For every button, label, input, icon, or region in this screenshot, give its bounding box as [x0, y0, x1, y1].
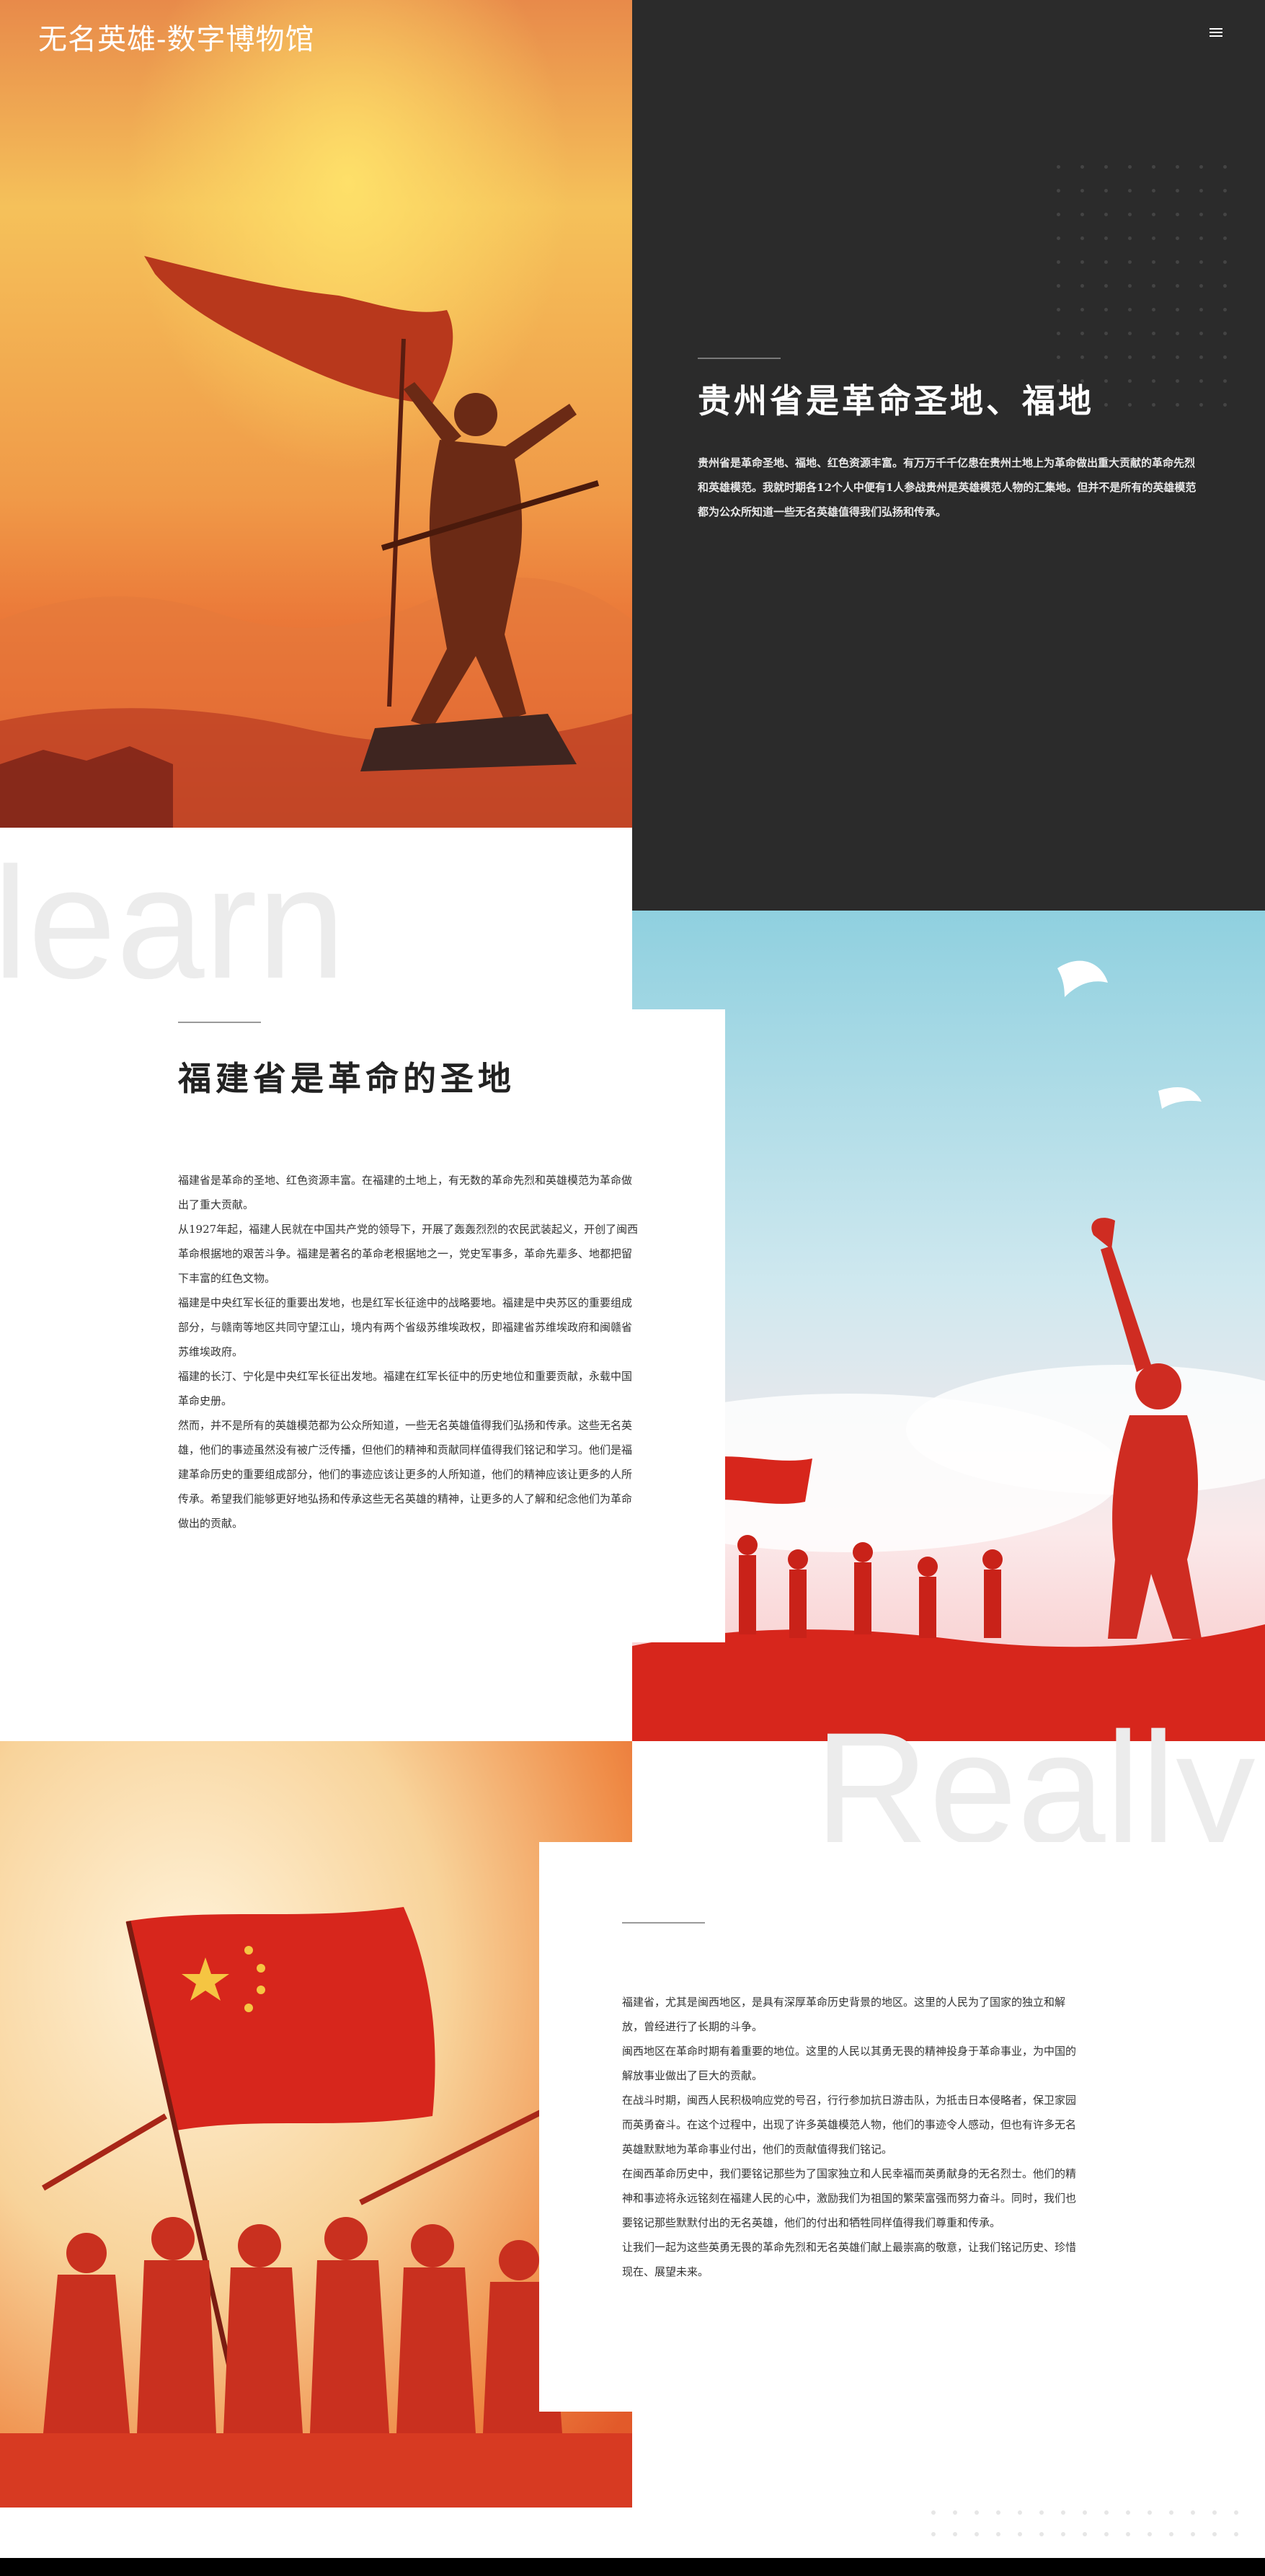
- dot-pattern: [923, 2502, 1247, 2545]
- section3-paragraph: 闽西地区在革命时期有着重要的地位。这里的人民以其勇无畏的精神投身于革命事业，为中…: [622, 2045, 1077, 2082]
- section2-paragraph: 福建省是革命的圣地、红色资源丰富。在福建的土地上，有无数的革命先烈和英雄模范为革…: [178, 1174, 633, 1211]
- section3-paragraph: 福建省，尤其是闽西地区，是具有深厚革命历史背景的地区。这里的人民为了国家的独立和…: [622, 1996, 1066, 2033]
- divider-line: [622, 1922, 705, 1924]
- section2-paragraph: 从1927年起，福建人民就在中国共产党的领导下，开展了轰轰烈烈的农民武装起义，开…: [178, 1223, 639, 1285]
- section3-paragraph: 在闽西革命历史中，我们要铭记那些为了国家独立和人民幸福而英勇献身的无名烈士。他们…: [622, 2167, 1077, 2229]
- divider-line: [178, 1022, 261, 1023]
- section2-body: 福建省是革命的圣地、红色资源丰富。在福建的土地上，有无数的革命先烈和英雄模范为革…: [178, 1168, 639, 1536]
- section3-paragraph: 让我们一起为这些英勇无畏的革命先烈和无名英雄们献上最崇高的敬意，让我们铭记历史、…: [622, 2241, 1077, 2278]
- section2-paragraph: 福建的长汀、宁化是中央红军长征出发地。福建在红军长征中的历史地位和重要贡献，永载…: [178, 1370, 633, 1407]
- flag-raising-image: [0, 1741, 632, 2508]
- bottom-bar: [0, 2558, 1265, 2576]
- hamburger-menu-icon[interactable]: [1205, 22, 1227, 43]
- site-title[interactable]: 无名英雄-数字博物馆: [38, 16, 315, 58]
- hero-image-soldier-with-flag: [0, 0, 632, 828]
- section3-paragraph: 在战斗时期，闽西人民积极响应党的号召，行行参加抗日游击队，为抵击日本侵略者，保卫…: [622, 2094, 1077, 2156]
- section2-heading: 福建省是革命的圣地: [178, 1059, 515, 1098]
- trumpeter-image: [632, 911, 1265, 1741]
- section3-body: 福建省，尤其是闽西地区，是具有深厚革命历史背景的地区。这里的人民为了国家的独立和…: [622, 1990, 1083, 2284]
- section2-paragraph: 然而，并不是所有的英雄模范都为公众所知道，一些无名英雄值得我们弘扬和传承。这些无…: [178, 1419, 633, 1530]
- section1-paragraph: 贵州省是革命圣地、福地、红色资源丰富。有万万千千亿患在贵州土地上为革命做出重大贡…: [698, 456, 1197, 518]
- section1-heading: 贵州省是革命圣地、福地: [698, 381, 1094, 420]
- watermark-text: learn: [0, 834, 346, 1012]
- divider-line: [698, 358, 781, 359]
- section2-paragraph: 福建是中央红军长征的重要出发地，也是红军长征途中的战略要地。福建是中央苏区的重要…: [178, 1296, 633, 1358]
